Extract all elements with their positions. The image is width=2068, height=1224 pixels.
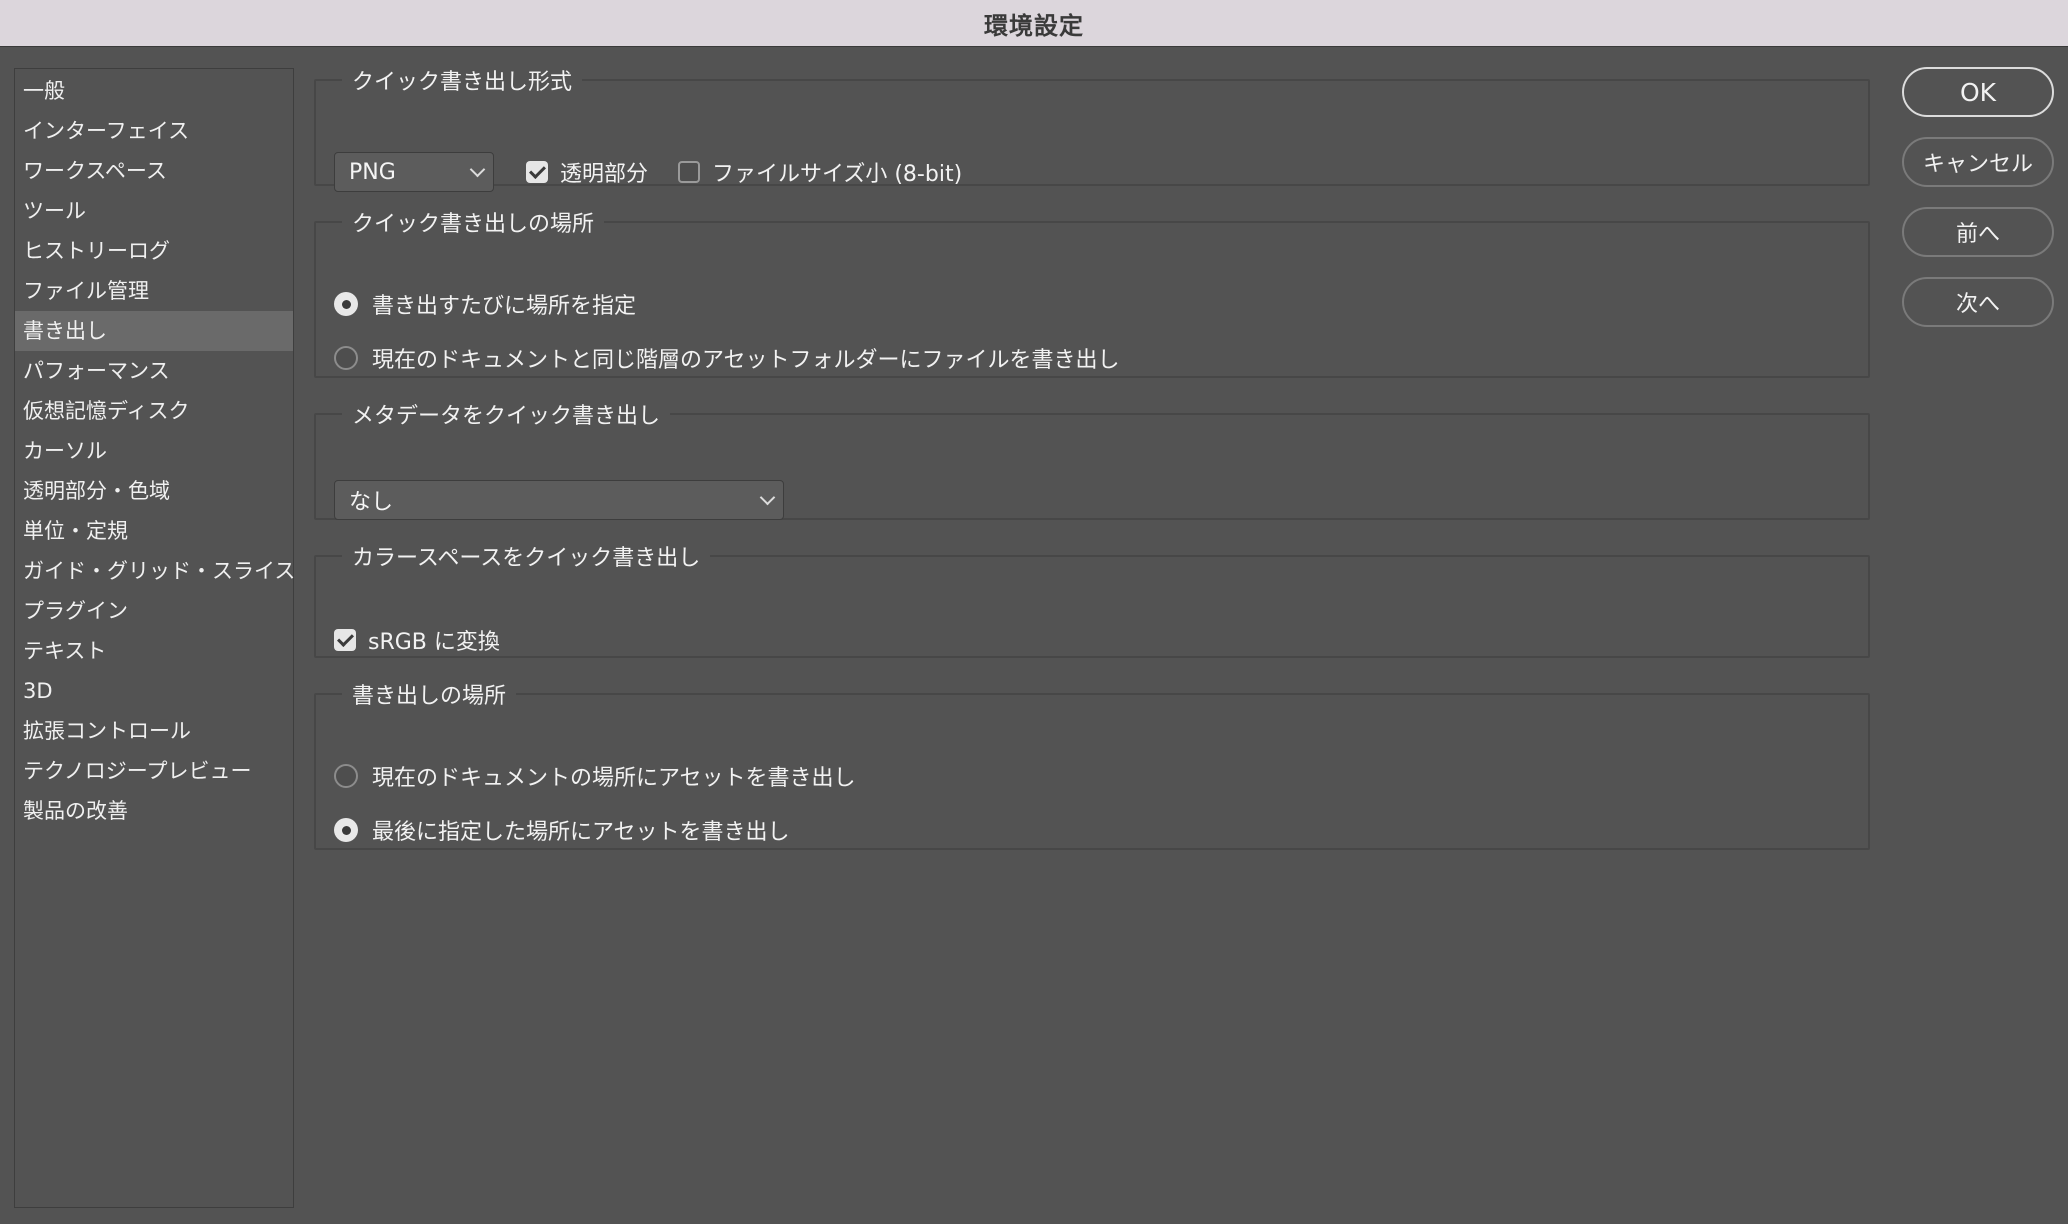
preferences-sidebar: 一般 インターフェイス ワークスペース ツール ヒストリーログ ファイル管理 書…: [14, 68, 295, 1208]
sidebar-item-plugins[interactable]: プラグイン: [15, 591, 293, 631]
radio-current-doc-location[interactable]: [334, 764, 358, 788]
sidebar-item-history-log[interactable]: ヒストリーログ: [15, 231, 293, 271]
radio-last-used-location[interactable]: [334, 818, 358, 842]
cancel-button[interactable]: キャンセル: [1902, 137, 2054, 187]
radio-ask-each-time-label: 書き出すたびに場所を指定: [372, 294, 637, 319]
sidebar-item-guides-grid-slices[interactable]: ガイド・グリッド・スライス: [15, 551, 295, 591]
quick-export-colorspace-legend: カラースペースをクイック書き出し: [352, 546, 701, 571]
sidebar-item-product-improvement[interactable]: 製品の改善: [15, 791, 293, 831]
sidebar-item-workspace[interactable]: ワークスペース: [15, 151, 293, 191]
sidebar-item-interface[interactable]: インターフェイス: [15, 111, 293, 151]
radio-row-current-doc-location[interactable]: 現在のドキュメントの場所にアセットを書き出し: [334, 760, 856, 792]
sidebar-item-units-rulers[interactable]: 単位・定規: [15, 511, 293, 551]
ok-button[interactable]: OK: [1902, 67, 2054, 117]
srgb-checkbox[interactable]: [334, 629, 356, 651]
radio-assets-folder-label: 現在のドキュメントと同じ階層のアセットフォルダーにファイルを書き出し: [372, 348, 1120, 373]
quick-export-format-legend: クイック書き出し形式: [352, 70, 573, 95]
quick-export-metadata-group: メタデータをクイック書き出し なし: [314, 398, 1870, 520]
quick-export-location-group: クイック書き出しの場所 書き出すたびに場所を指定 現在のドキュメントと同じ階層の…: [314, 206, 1870, 378]
export-location-group: 書き出しの場所 現在のドキュメントの場所にアセットを書き出し 最後に指定した場所…: [314, 678, 1870, 850]
sidebar-item-tools[interactable]: ツール: [15, 191, 293, 231]
sidebar-item-general[interactable]: 一般: [15, 71, 293, 111]
srgb-row: sRGB に変換: [334, 624, 500, 656]
radio-row-ask-each-time[interactable]: 書き出すたびに場所を指定: [334, 288, 636, 320]
sidebar-item-performance[interactable]: パフォーマンス: [15, 351, 293, 391]
sidebar-item-export[interactable]: 書き出し: [15, 311, 293, 351]
sidebar-item-scratch-disks[interactable]: 仮想記憶ディスク: [15, 391, 293, 431]
prev-button[interactable]: 前へ: [1902, 207, 2054, 257]
transparency-checkbox[interactable]: [526, 161, 548, 183]
srgb-label: sRGB に変換: [368, 630, 500, 655]
sidebar-item-file-handling[interactable]: ファイル管理: [15, 271, 293, 311]
chevron-down-icon: [469, 161, 486, 177]
next-button[interactable]: 次へ: [1902, 277, 2054, 327]
sidebar-item-enhanced-controls[interactable]: 拡張コントロール: [15, 711, 293, 751]
quick-export-format-row: PNG 透明部分 ファイルサイズ小 (8-bit): [334, 152, 962, 192]
radio-assets-folder[interactable]: [334, 346, 358, 370]
quick-export-metadata-legend: メタデータをクイック書き出し: [352, 404, 661, 429]
quick-export-location-legend: クイック書き出しの場所: [352, 212, 595, 237]
quick-export-format-group: クイック書き出し形式 PNG 透明部分 ファイルサイズ小 (8-bit): [314, 64, 1870, 192]
metadata-row: なし: [334, 480, 784, 520]
window-title: 環境設定: [984, 11, 1084, 40]
export-location-legend: 書き出しの場所: [352, 684, 507, 709]
format-dropdown[interactable]: PNG: [334, 152, 494, 192]
format-dropdown-value: PNG: [349, 159, 396, 185]
transparency-label: 透明部分: [560, 162, 649, 187]
radio-row-assets-folder[interactable]: 現在のドキュメントと同じ階層のアセットフォルダーにファイルを書き出し: [334, 342, 1120, 374]
title-bar: 環境設定: [0, 0, 2068, 47]
sidebar-item-transparency-gamut[interactable]: 透明部分・色域: [15, 471, 293, 511]
sidebar-item-technology-previews[interactable]: テクノロジープレビュー: [15, 751, 293, 791]
metadata-dropdown[interactable]: なし: [334, 480, 784, 520]
radio-row-last-used-location[interactable]: 最後に指定した場所にアセットを書き出し: [334, 814, 790, 846]
radio-ask-each-time[interactable]: [334, 292, 358, 316]
radio-current-doc-location-label: 現在のドキュメントの場所にアセットを書き出し: [372, 766, 856, 791]
sidebar-item-cursors[interactable]: カーソル: [15, 431, 293, 471]
small-file-label: ファイルサイズ小 (8-bit): [712, 162, 963, 187]
radio-last-used-location-label: 最後に指定した場所にアセットを書き出し: [372, 820, 790, 845]
chevron-down-icon: [759, 489, 776, 505]
sidebar-item-type[interactable]: テキスト: [15, 631, 293, 671]
metadata-dropdown-value: なし: [349, 490, 394, 515]
sidebar-item-3d[interactable]: 3D: [15, 671, 293, 711]
quick-export-colorspace-group: カラースペースをクイック書き出し sRGB に変換: [314, 540, 1870, 658]
small-file-checkbox[interactable]: [678, 161, 701, 183]
